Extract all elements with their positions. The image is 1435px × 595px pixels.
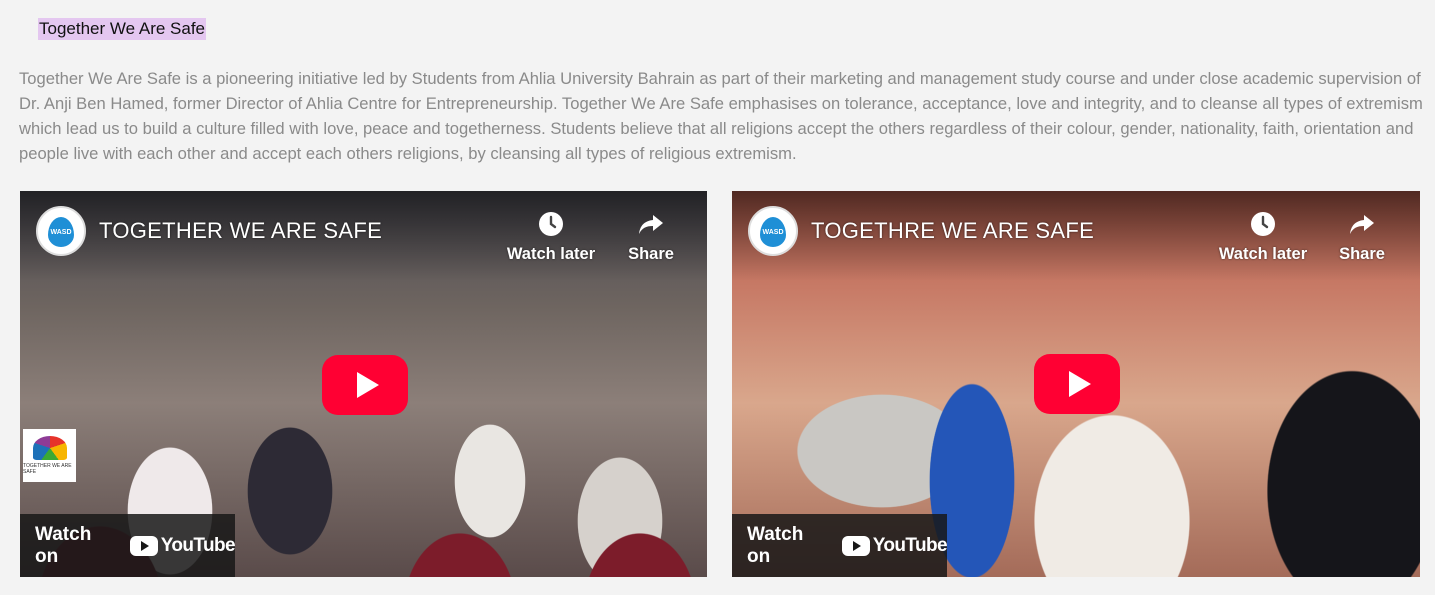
video-title[interactable]: TOGETHRE WE ARE SAFE <box>811 218 1094 244</box>
video-embed-1[interactable]: TOGETHER WE ARE SAFE WASD TOGETHER WE AR… <box>20 191 707 577</box>
youtube-label: YouTube <box>872 534 948 556</box>
share-button[interactable]: Share <box>1312 209 1412 264</box>
watch-later-label: Watch later <box>1218 245 1308 263</box>
youtube-logo-icon: YouTube <box>841 534 948 557</box>
play-icon <box>356 372 379 398</box>
watch-later-label: Watch later <box>506 245 596 263</box>
section-heading: Together We Are Safe <box>38 18 207 40</box>
channel-avatar[interactable]: WASD <box>36 206 86 256</box>
watch-on-youtube-button[interactable]: Watch on YouTube <box>732 514 948 577</box>
wasd-logo-icon: WASD <box>48 217 74 247</box>
watch-on-youtube-button[interactable]: Watch on YouTube <box>20 514 236 577</box>
intro-paragraph: Together We Are Safe is a pioneering ini… <box>19 69 1423 163</box>
share-button[interactable]: Share <box>601 209 701 264</box>
video-embed-2[interactable]: WASD TOGETHRE WE ARE SAFE Watch later Sh… <box>732 191 1420 577</box>
watch-on-label: Watch on <box>747 523 804 567</box>
hands-logo-icon <box>32 436 67 460</box>
share-label: Share <box>1339 245 1385 263</box>
clock-icon <box>1251 212 1275 236</box>
play-button[interactable] <box>1034 354 1120 414</box>
clock-icon <box>539 212 563 236</box>
event-logo-badge: TOGETHER WE ARE SAFE <box>23 429 76 482</box>
play-button[interactable] <box>322 355 408 415</box>
wasd-logo-icon: WASD <box>760 217 786 247</box>
share-icon <box>639 215 663 234</box>
youtube-label: YouTube <box>160 534 236 556</box>
play-icon <box>1068 371 1091 397</box>
share-label: Share <box>628 245 674 263</box>
share-icon <box>1350 215 1374 234</box>
channel-avatar[interactable]: WASD <box>748 206 798 256</box>
video-title[interactable]: TOGETHER WE ARE SAFE <box>99 218 382 244</box>
badge-text: TOGETHER WE ARE SAFE <box>23 463 72 475</box>
youtube-logo-icon: YouTube <box>129 534 236 557</box>
watch-on-label: Watch on <box>35 523 92 567</box>
watch-later-button[interactable]: Watch later <box>1213 209 1313 264</box>
watch-later-button[interactable]: Watch later <box>501 209 601 264</box>
